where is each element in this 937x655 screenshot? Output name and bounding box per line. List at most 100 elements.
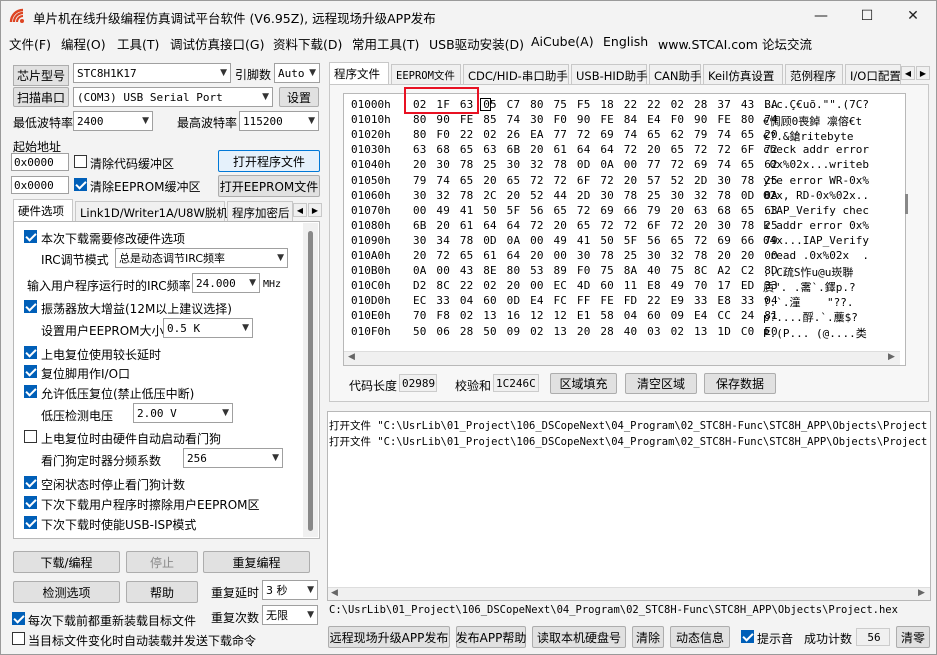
read-hdd-button[interactable]: 读取本机硬盘号 xyxy=(532,626,626,648)
open-program-file-button[interactable]: 打开程序文件 xyxy=(218,150,320,172)
hex-address: 010C0h xyxy=(351,279,391,293)
menu-aicube[interactable]: AiCube(A) xyxy=(531,34,594,49)
maximize-button[interactable]: ☐ xyxy=(844,1,890,31)
tab-scroll-right[interactable]: ▶ xyxy=(308,203,322,217)
tab-scroll-left[interactable]: ◀ xyxy=(293,203,307,217)
max-baud-select[interactable]: 115200 ▼ xyxy=(239,111,319,131)
tab-program-file[interactable]: 程序文件 xyxy=(329,62,389,84)
hex-address: 010A0h xyxy=(351,249,391,262)
chip-select[interactable]: STC8H1K17 ▼ xyxy=(73,63,231,83)
app-icon xyxy=(9,8,24,23)
hex-scrollbar[interactable] xyxy=(900,94,908,349)
hex-bytes: 80 90 FE 85 74 30 F0 90 FE 84 E4 F0 90 F… xyxy=(413,113,778,127)
publish-app-button[interactable]: 远程现场升级APP发布 xyxy=(328,626,450,648)
reload-target-checkbox[interactable] xyxy=(12,612,25,625)
repeat-count-select[interactable]: 无限 ▼ xyxy=(262,605,318,625)
tab-offline[interactable]: Link1D/Writer1A/U8W脱机 xyxy=(75,201,228,221)
right-tab-scroll-left[interactable]: ◀ xyxy=(901,66,915,80)
stop-button[interactable]: 停止 xyxy=(126,551,198,573)
menu-file[interactable]: 文件(F) xyxy=(9,34,51,53)
tab-encryption[interactable]: 程序加密后 xyxy=(227,201,293,221)
reset-count-button[interactable]: 清零 xyxy=(896,626,930,648)
scan-port-button[interactable]: 扫描串口 xyxy=(13,87,69,107)
irc-freq-label: 输入用户程序运行时的IRC频率 xyxy=(27,279,191,293)
lvd-voltage-select[interactable]: 2.00 V ▼ xyxy=(133,403,233,423)
hex-address: 01030h xyxy=(351,143,391,157)
menu-tools[interactable]: 工具(T) xyxy=(117,34,159,53)
right-tab-scroll-right[interactable]: ▶ xyxy=(916,66,930,80)
option-lvd-reset-checkbox[interactable] xyxy=(24,385,37,398)
scroll-left-icon[interactable]: ◀ xyxy=(331,588,338,598)
fill-region-button[interactable]: 区域填充 xyxy=(550,373,617,394)
title-bar[interactable]: 单片机在线升级编程仿真调试平台软件 (V6.95Z), 远程现场升级APP发布 … xyxy=(1,1,936,31)
open-eeprom-file-button[interactable]: 打开EEPROM文件 xyxy=(218,175,320,197)
tab-usb-hid[interactable]: USB-HID助手 xyxy=(571,64,648,84)
option-usb-isp-checkbox[interactable] xyxy=(24,516,37,529)
repeat-count-label: 重复次数 xyxy=(211,611,260,625)
eeprom-address-input[interactable]: 0x0000 xyxy=(11,176,69,194)
option-idle-wdt-checkbox[interactable] xyxy=(24,476,37,489)
menu-usb-driver[interactable]: USB驱动安装(D) xyxy=(429,34,524,53)
scroll-left-icon[interactable]: ◀ xyxy=(348,352,355,362)
minimize-button[interactable]: — xyxy=(798,1,844,31)
pins-select[interactable]: Auto ▼ xyxy=(274,63,320,83)
option-erase-eeprom-checkbox[interactable] xyxy=(24,496,37,509)
tab-examples[interactable]: 范例程序 xyxy=(785,64,843,84)
option-reset-io-checkbox[interactable] xyxy=(24,365,37,378)
min-baud-select[interactable]: 2400 ▼ xyxy=(73,111,153,131)
close-button[interactable]: ✕ xyxy=(890,1,936,31)
menu-program[interactable]: 编程(O) xyxy=(61,34,106,53)
clear-log-button[interactable]: 清除 xyxy=(632,626,664,648)
log-hscrollbar[interactable]: ◀ ▶ xyxy=(328,587,930,600)
code-address-input[interactable]: 0x0000 xyxy=(11,153,69,171)
beep-checkbox[interactable] xyxy=(741,630,754,643)
help-button[interactable]: 帮助 xyxy=(126,581,198,603)
download-program-button[interactable]: 下载/编程 xyxy=(13,551,120,573)
hex-ascii: .IAP_Verify chec xyxy=(763,203,869,217)
hex-address: 010B0h xyxy=(351,264,391,278)
tab-io-config[interactable]: I/O口配置 xyxy=(845,64,901,84)
menu-download[interactable]: 资料下载(D) xyxy=(273,34,342,53)
hex-hscrollbar[interactable]: ◀ ▶ xyxy=(344,351,900,365)
publish-help-button[interactable]: 发布APP帮助 xyxy=(456,626,526,648)
clear-eeprom-checkbox[interactable] xyxy=(74,178,87,191)
save-data-button[interactable]: 保存数据 xyxy=(704,373,776,394)
option-auto-wdt-checkbox[interactable] xyxy=(24,430,37,443)
tab-hardware-options[interactable]: 硬件选项 xyxy=(13,199,73,221)
port-select[interactable]: (COM3) USB Serial Port ▼ xyxy=(73,87,273,107)
clear-region-button[interactable]: 清空区域 xyxy=(625,373,697,394)
clear-code-checkbox[interactable] xyxy=(74,155,87,168)
menu-website[interactable]: www.STCAI.com 论坛交流 xyxy=(658,34,812,53)
reprogram-button[interactable]: 重复编程 xyxy=(203,551,310,573)
settings-button[interactable]: 设置 xyxy=(279,87,319,107)
scrollbar-thumb[interactable] xyxy=(308,231,313,531)
scroll-right-icon[interactable]: ▶ xyxy=(918,588,925,598)
menu-common-tools[interactable]: 常用工具(T) xyxy=(352,34,419,53)
tab-can[interactable]: CAN助手 xyxy=(649,64,702,84)
hex-ascii: €惆顾0喪鋽 凛傛€t xyxy=(763,115,863,129)
option-osc-gain-checkbox[interactable] xyxy=(24,300,37,313)
hex-ascii: €?.&鎗ritebyte xyxy=(763,130,861,144)
options-scrollbar[interactable] xyxy=(303,223,318,537)
checksum-value: 1C246C xyxy=(493,374,539,392)
auto-send-checkbox[interactable] xyxy=(12,632,25,645)
chevron-down-icon: ▼ xyxy=(307,585,314,595)
eeprom-size-select[interactable]: 0.5 K ▼ xyxy=(163,318,253,338)
dynamic-info-button[interactable]: 动态信息 xyxy=(670,626,730,648)
repeat-delay-select[interactable]: 3 秒 ▼ xyxy=(262,580,318,600)
tab-cdc-serial[interactable]: CDC/HID-串口助手 xyxy=(463,64,569,84)
option-modify-hw-checkbox[interactable] xyxy=(24,230,37,243)
option-long-delay-checkbox[interactable] xyxy=(24,346,37,359)
irc-freq-input[interactable]: 24.000 ▼ xyxy=(192,273,260,293)
irc-mode-select[interactable]: 总是动态调节IRC频率 ▼ xyxy=(115,248,288,268)
detect-options-button[interactable]: 检测选项 xyxy=(13,581,120,603)
hex-scrollbar-thumb[interactable] xyxy=(905,194,908,214)
hex-address: 01080h xyxy=(351,218,391,232)
hex-address: 01090h xyxy=(351,233,391,247)
scroll-right-icon[interactable]: ▶ xyxy=(888,352,895,362)
tab-keil-sim[interactable]: Keil仿真设置 xyxy=(703,64,783,84)
wdt-prescaler-select[interactable]: 256 ▼ xyxy=(183,448,283,468)
menu-english[interactable]: English xyxy=(603,34,648,49)
tab-eeprom-file[interactable]: EEPROM文件 xyxy=(391,64,461,84)
menu-debug[interactable]: 调试仿真接口(G) xyxy=(170,34,264,53)
